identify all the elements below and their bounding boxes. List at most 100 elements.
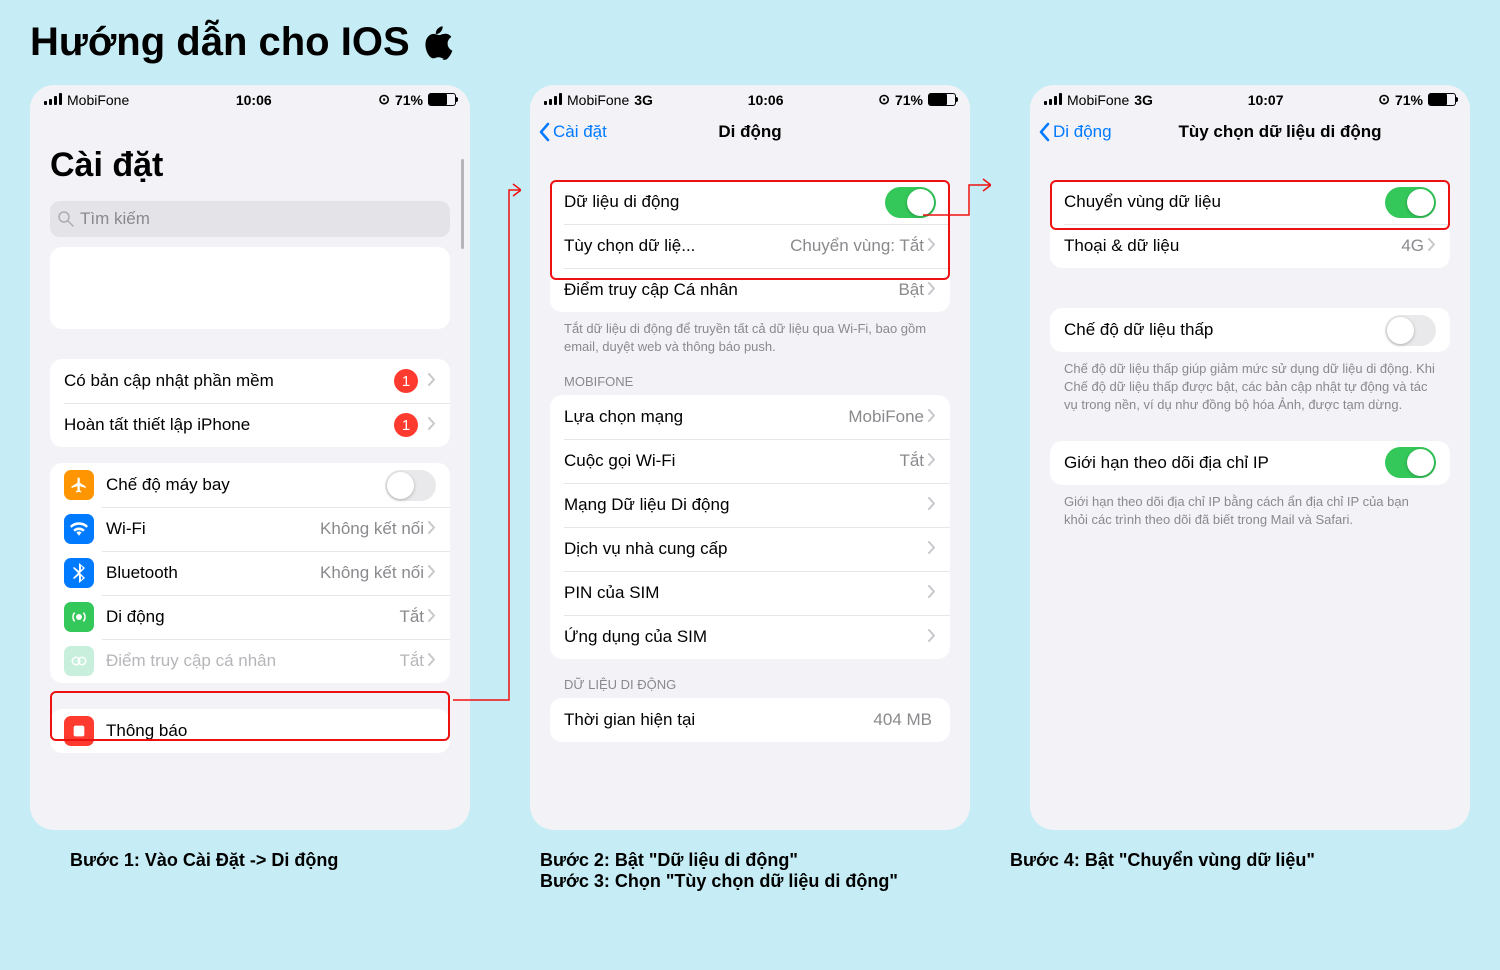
label: Có bản cập nhật phần mềm [64,371,394,391]
chevron-right-icon [428,519,436,539]
row-airplane-mode[interactable]: Chế độ máy bay [50,463,450,507]
label: Hoàn tất thiết lập iPhone [64,415,394,435]
status-bar: MobiFone 3G 10:06 ⊙ 71% [530,85,970,110]
carrier: MobiFone [567,92,629,108]
value: 404 MB [873,710,932,730]
nav-bar: Cài đặt Di động [530,110,970,154]
chevron-right-icon [428,607,436,627]
row-notifications[interactable]: Thông báo [50,709,450,753]
cellular-data-toggle[interactable] [885,187,936,218]
row-hotspot[interactable]: Điểm truy cập cá nhân Tắt [50,639,450,683]
label: Ứng dụng của SIM [564,627,928,647]
battery-pct: 71% [1395,92,1423,108]
row-wifi-calling[interactable]: Cuộc gọi Wi-Fi Tắt [550,439,950,483]
signal-icon [544,92,562,108]
row-cellular[interactable]: Di động Tắt [50,595,450,639]
label: Wi-Fi [106,519,320,539]
search-input[interactable]: Tìm kiếm [50,201,450,237]
section-header: DỮ LIỆU DI ĐỘNG [530,659,970,698]
chevron-right-icon [928,627,936,647]
caption-step-2-3: Bước 2: Bật "Dữ liệu di động" Bước 3: Ch… [500,850,940,892]
back-label: Di động [1053,122,1112,142]
time: 10:06 [236,92,272,108]
back-label: Cài đặt [553,122,607,142]
time: 10:07 [1248,92,1284,108]
search-placeholder: Tìm kiếm [80,209,150,229]
row-current-period[interactable]: Thời gian hiện tại 404 MB [550,698,950,742]
airplane-toggle[interactable] [385,470,436,501]
row-finish-setup[interactable]: Hoàn tất thiết lập iPhone 1 [50,403,450,447]
wifi-icon [64,514,94,544]
network-type: 3G [1134,92,1153,108]
row-sim-pin[interactable]: PIN của SIM [550,571,950,615]
label: Bluetooth [106,563,320,583]
nav-bar: Di động Tùy chọn dữ liệu di động [1030,110,1470,154]
footnote: Chế độ dữ liệu thấp giúp giảm mức sử dụn… [1030,352,1470,415]
battery-icon [928,93,956,106]
chevron-right-icon [928,280,936,300]
battery-icon [428,93,456,106]
row-data-options[interactable]: Tùy chọn dữ liệ... Chuyển vùng: Tắt [550,224,950,268]
back-button[interactable]: Di động [1038,122,1112,142]
row-software-update[interactable]: Có bản cập nhật phần mềm 1 [50,359,450,403]
row-provider[interactable]: Dịch vụ nhà cung cấp [550,527,950,571]
signal-icon [44,92,62,108]
status-bar: MobiFone 3G 10:07 ⊙ 71% [1030,85,1470,110]
value: Chuyển vùng: Tắt [790,236,924,256]
row-data-roaming[interactable]: Chuyển vùng dữ liệu [1050,180,1450,224]
label: Mạng Dữ liệu Di động [564,495,928,515]
value: Bật [898,280,924,300]
chevron-right-icon [428,563,436,583]
label: Di động [106,607,399,627]
profile-card[interactable] [50,247,450,329]
label: Giới hạn theo dõi địa chỉ IP [1064,453,1385,473]
row-network-selection[interactable]: Lựa chọn mạng MobiFone [550,395,950,439]
roaming-toggle[interactable] [1385,187,1436,218]
label: Thời gian hiện tại [564,710,873,730]
label: Cuộc gọi Wi-Fi [564,451,899,471]
chevron-right-icon [928,451,936,471]
ip-limit-toggle[interactable] [1385,447,1436,478]
chevron-right-icon [928,236,936,256]
badge: 1 [394,369,418,393]
value: Tắt [399,607,424,627]
value: Tắt [399,651,424,671]
screenshot-2: MobiFone 3G 10:06 ⊙ 71% Cài đặt Di động … [530,85,970,830]
row-sim-app[interactable]: Ứng dụng của SIM [550,615,950,659]
hotspot-icon [64,646,94,676]
apple-logo-icon [420,25,456,61]
notifications-icon [64,716,94,746]
alarm-icon: ⊙ [1378,91,1390,108]
label: Chế độ dữ liệu thấp [1064,320,1385,340]
search-icon [58,211,74,227]
airplane-icon [64,470,94,500]
low-data-toggle[interactable] [1385,315,1436,346]
battery-icon [1428,93,1456,106]
back-button[interactable]: Cài đặt [538,122,607,142]
footnote: Tắt dữ liệu di động để truyền tất cả dữ … [530,312,970,356]
time: 10:06 [748,92,784,108]
row-hotspot[interactable]: Điểm truy cập Cá nhân Bật [550,268,950,312]
scroll-indicator [461,159,464,249]
chevron-right-icon [428,651,436,671]
captions: Bước 1: Vào Cài Đặt -> Di động Bước 2: B… [30,850,1470,892]
row-ip-tracking-limit[interactable]: Giới hạn theo dõi địa chỉ IP [1050,441,1450,485]
battery-pct: 71% [895,92,923,108]
page-title: Hướng dẫn cho IOS [30,20,1470,65]
badge: 1 [394,413,418,437]
value: Không kết nối [320,563,424,583]
caption-step-1: Bước 1: Vào Cài Đặt -> Di động [30,850,470,892]
label: Tùy chọn dữ liệ... [564,236,790,256]
battery-pct: 71% [395,92,423,108]
row-wifi[interactable]: Wi-Fi Không kết nối [50,507,450,551]
label: Điểm truy cập Cá nhân [564,280,898,300]
row-low-data-mode[interactable]: Chế độ dữ liệu thấp [1050,308,1450,352]
row-data-network[interactable]: Mạng Dữ liệu Di động [550,483,950,527]
row-voice-data[interactable]: Thoại & dữ liệu 4G [1050,224,1450,268]
title-text: Hướng dẫn cho IOS [30,20,410,65]
chevron-right-icon [428,371,436,391]
row-cellular-data[interactable]: Dữ liệu di động [550,180,950,224]
row-bluetooth[interactable]: Bluetooth Không kết nối [50,551,450,595]
alarm-icon: ⊙ [878,91,890,108]
label: PIN của SIM [564,583,928,603]
